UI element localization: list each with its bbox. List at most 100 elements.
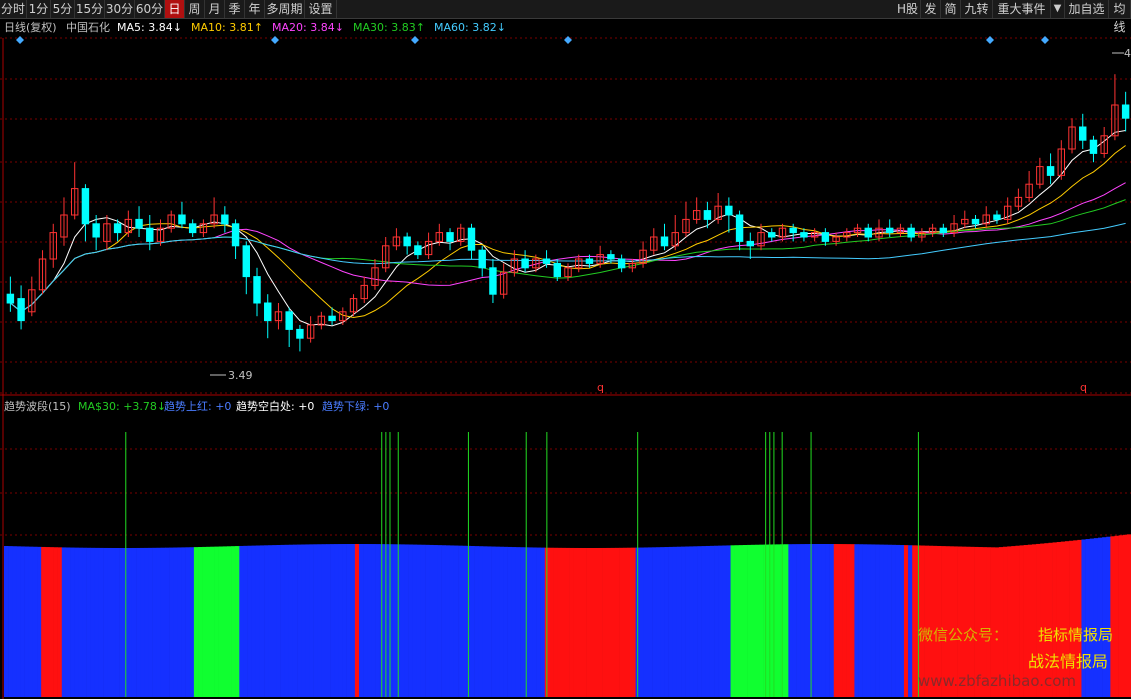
- histogram-bar: [264, 545, 269, 697]
- candle-body: [789, 227, 797, 234]
- toolbar-right-0[interactable]: H股: [895, 0, 921, 18]
- histogram-bar: [8, 546, 13, 697]
- histogram-bar: [879, 544, 884, 697]
- histogram-bar: [61, 547, 67, 697]
- period-tab-10[interactable]: 年: [245, 0, 265, 18]
- histogram-bar: [144, 547, 149, 697]
- histogram-bar: [346, 544, 352, 697]
- signal-diamond: [16, 36, 24, 44]
- histogram-bar: [326, 544, 331, 697]
- candle-body: [81, 188, 90, 225]
- histogram-bar: [334, 544, 339, 697]
- histogram-bar: [751, 544, 756, 697]
- candle-body: [253, 276, 261, 304]
- histogram-bar: [131, 547, 137, 697]
- histogram-bar: [338, 544, 343, 697]
- candle-body: [746, 240, 755, 247]
- histogram-bar: [1102, 537, 1107, 697]
- toolbar-right-3[interactable]: 九转: [961, 0, 993, 18]
- period-tab-7[interactable]: 周: [185, 0, 205, 18]
- signal-diamond: [1041, 36, 1049, 44]
- toolbar-right-2[interactable]: 简: [941, 0, 961, 18]
- period-tab-2[interactable]: 5分: [51, 0, 75, 18]
- histogram-bar: [862, 544, 868, 697]
- histogram-bar: [251, 545, 257, 697]
- histogram-bar: [903, 545, 909, 697]
- histogram-bar: [445, 545, 451, 697]
- histogram-bar: [103, 547, 108, 697]
- histogram-bar: [24, 546, 30, 697]
- candle-body: [1079, 126, 1087, 141]
- period-tab-4[interactable]: 30分: [105, 0, 135, 18]
- toolbar-right-6[interactable]: 加自选: [1065, 0, 1109, 18]
- period-tab-3[interactable]: 15分: [75, 0, 105, 18]
- histogram-bar: [1106, 536, 1111, 697]
- histogram-bar: [668, 546, 674, 697]
- histogram-bar: [548, 547, 554, 697]
- histogram-bar: [127, 547, 133, 697]
- histogram-bar: [507, 546, 513, 697]
- toolbar-right-5[interactable]: ▼: [1051, 0, 1065, 18]
- histogram-bar: [354, 544, 360, 697]
- histogram-bar: [136, 547, 141, 697]
- histogram-bar: [202, 546, 207, 697]
- histogram-bar: [577, 547, 583, 697]
- histogram-bar: [292, 544, 298, 697]
- candle-body: [178, 214, 186, 225]
- histogram-bar: [313, 544, 319, 697]
- histogram-bar: [833, 544, 839, 697]
- sub-legend-1: MA$30: +3.78↓: [78, 400, 166, 413]
- watermark-url: www.zbfazhibao.com: [918, 672, 1077, 690]
- histogram-bar: [788, 544, 793, 697]
- histogram-bar: [4, 546, 9, 697]
- period-tab-6[interactable]: 日: [165, 0, 185, 18]
- histogram-bar: [858, 544, 863, 697]
- period-tab-1[interactable]: 1分: [27, 0, 51, 18]
- histogram-bar: [747, 544, 752, 697]
- histogram-bar: [1110, 536, 1115, 697]
- toolbar-right-7[interactable]: 均线: [1109, 0, 1131, 34]
- period-tab-0[interactable]: 分时: [0, 0, 27, 18]
- candle-body: [1121, 104, 1130, 119]
- histogram-bar: [45, 547, 50, 697]
- main-legend: 日线(复权) 中国石化 MA5: 3.84↓ MA10: 3.81↑ MA20: 3.8…: [4, 20, 506, 34]
- sub-legend-4: 趋势下绿: +0: [322, 399, 389, 413]
- period-tab-9[interactable]: 季: [225, 0, 245, 18]
- histogram-bar: [718, 545, 723, 697]
- candle-body: [1046, 166, 1055, 176]
- histogram-bar: [759, 544, 764, 697]
- histogram-bar: [94, 547, 100, 697]
- toolbar-right-4[interactable]: 重大事件: [993, 0, 1051, 18]
- candle-body: [188, 223, 197, 234]
- histogram-bar: [536, 547, 541, 697]
- histogram-bar: [540, 547, 546, 697]
- histogram-bar: [825, 544, 830, 697]
- histogram-bar: [177, 547, 182, 697]
- histogram-bar: [850, 544, 855, 697]
- candle-body: [264, 302, 272, 322]
- q-marker: q: [597, 381, 604, 394]
- toolbar-right-1[interactable]: 发: [921, 0, 941, 18]
- histogram-bar: [429, 544, 434, 697]
- signal-diamond: [411, 36, 419, 44]
- period-tab-8[interactable]: 月: [205, 0, 225, 18]
- candle-body: [885, 227, 894, 234]
- histogram-bar: [511, 547, 517, 697]
- histogram-bar: [78, 547, 83, 697]
- histogram-bar: [231, 546, 236, 697]
- histogram-bar: [800, 544, 806, 697]
- histogram-bar: [586, 547, 591, 697]
- candle-body: [521, 258, 529, 269]
- histogram-bar: [689, 546, 694, 697]
- period-tab-11[interactable]: 多周期: [265, 0, 305, 18]
- histogram-bar: [912, 545, 917, 697]
- histogram-bar: [169, 547, 174, 697]
- period-tab-5[interactable]: 60分: [135, 0, 165, 18]
- period-tab-12[interactable]: 设置: [305, 0, 337, 18]
- histogram-bar: [255, 545, 261, 697]
- candle-body: [328, 315, 336, 322]
- histogram-bar: [491, 546, 496, 697]
- candlestick-series: [6, 74, 1130, 352]
- candle-body: [113, 223, 122, 234]
- sub-legend-2: 趋势上红: +0: [164, 400, 231, 413]
